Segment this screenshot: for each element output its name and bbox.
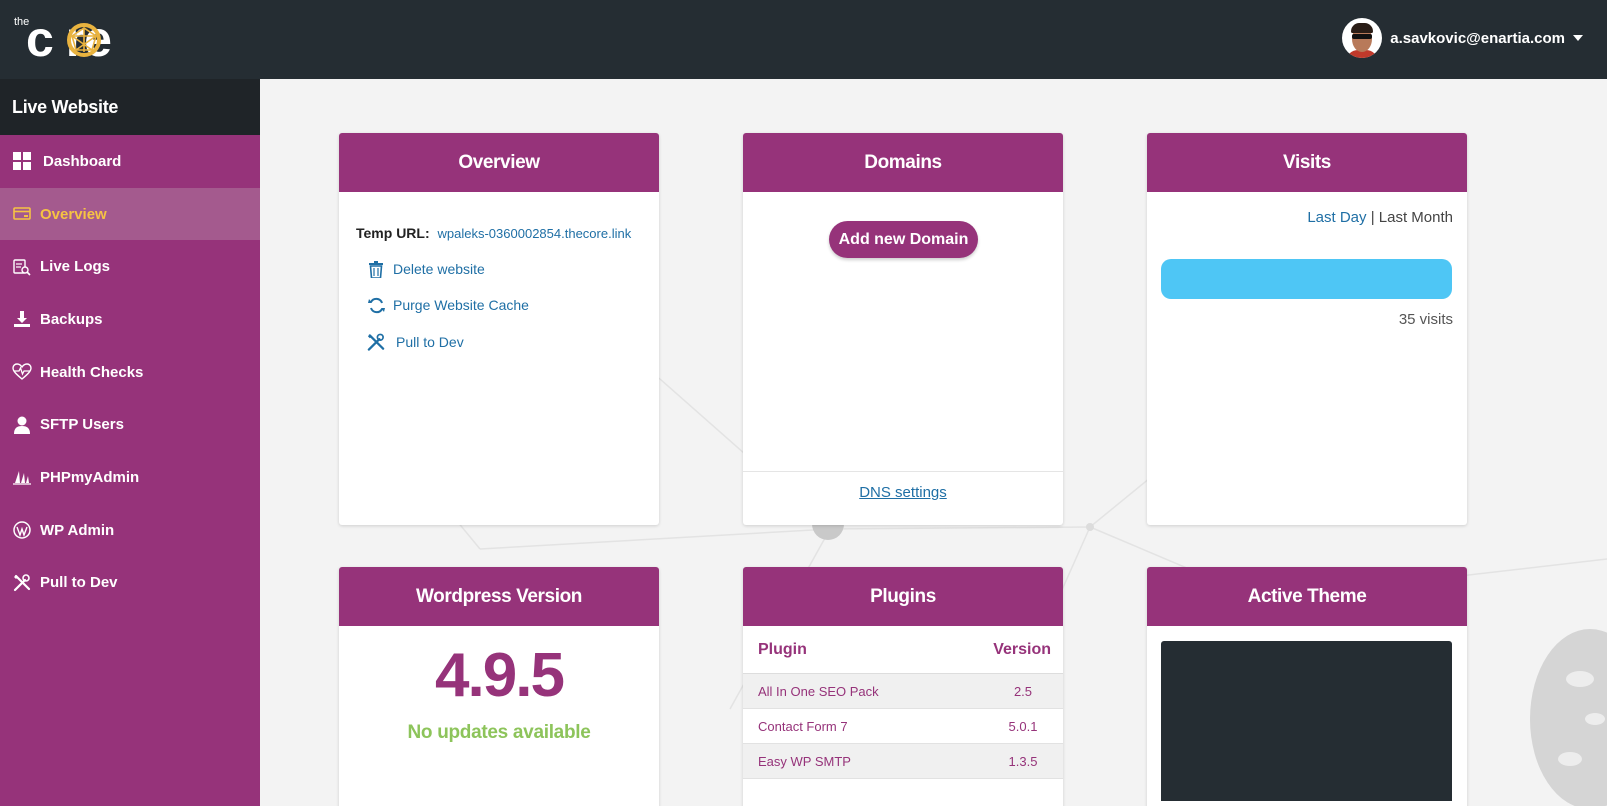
card-title: Visits xyxy=(1147,133,1467,192)
sidebar-item-wp-admin[interactable]: WP Admin xyxy=(0,504,260,557)
tab-last-month[interactable]: Last Month xyxy=(1379,209,1453,226)
visits-bar-track xyxy=(1161,259,1452,299)
visits-count: 35 visits xyxy=(1398,311,1453,328)
theme-screenshot xyxy=(1161,641,1452,801)
sidebar-item-label: Dashboard xyxy=(43,152,122,170)
sidebar-item-label: Health Checks xyxy=(40,363,144,381)
plugin-name: Contact Form 7 xyxy=(758,718,848,734)
sailboat-icon xyxy=(12,467,32,487)
sidebar-item-overview[interactable]: Overview xyxy=(0,187,260,241)
card-title: Wordpress Version xyxy=(339,567,659,626)
temp-url-label: Temp URL: xyxy=(356,225,430,241)
trash-icon xyxy=(367,259,385,279)
plugin-name: Easy WP SMTP xyxy=(758,753,851,769)
heartbeat-icon xyxy=(12,362,32,382)
column-header-plugin: Plugin xyxy=(758,640,807,658)
main-content: Overview Temp URL: wpaleks-0360002854.th… xyxy=(260,79,1607,806)
table-row: All In One SEO Pack 2.5 xyxy=(743,674,1063,709)
action-label: Purge Website Cache xyxy=(393,297,529,313)
table-row: Easy WP SMTP 1.3.5 xyxy=(743,744,1063,779)
tools-icon xyxy=(12,573,32,593)
refresh-icon xyxy=(367,295,385,315)
credit-card-icon xyxy=(12,204,32,224)
card-title: Plugins xyxy=(743,567,1063,626)
action-label: Delete website xyxy=(393,261,485,277)
divider xyxy=(743,471,1063,472)
sidebar-item-label: Pull to Dev xyxy=(40,574,118,592)
sidebar-item-live-logs[interactable]: Live Logs xyxy=(0,240,260,293)
tab-last-day[interactable]: Last Day xyxy=(1307,209,1366,226)
temp-url-row: Temp URL: wpaleks-0360002854.thecore.lin… xyxy=(356,225,631,241)
card-title: Overview xyxy=(339,133,659,192)
sidebar-item-health-checks[interactable]: Health Checks xyxy=(0,346,260,399)
sidebar-item-backups[interactable]: Backups xyxy=(0,293,260,346)
tools-icon xyxy=(367,332,385,352)
sidebar-item-label: Backups xyxy=(40,310,103,328)
logs-search-icon xyxy=(12,257,32,277)
add-new-domain-button[interactable]: Add new Domain xyxy=(829,221,978,258)
sidebar-item-label: PHPmyAdmin xyxy=(40,468,140,486)
column-header-version: Version xyxy=(993,640,1051,658)
visits-bar xyxy=(1161,259,1452,299)
wordpress-version-card: Wordpress Version 4.9.5 No updates avail… xyxy=(339,567,659,806)
tab-separator: | xyxy=(1370,209,1375,226)
sidebar-item-label: Live Logs xyxy=(40,258,111,276)
wordpress-version-number: 4.9.5 xyxy=(435,641,565,710)
domains-card: Domains Add new Domain DNS settings xyxy=(743,133,1063,525)
overview-card: Overview Temp URL: wpaleks-0360002854.th… xyxy=(339,133,659,525)
pull-to-dev-button[interactable]: Pull to Dev xyxy=(367,332,464,352)
plugin-version: 2.5 xyxy=(1013,683,1033,699)
plugin-version: 1.3.5 xyxy=(1008,753,1038,769)
user-email[interactable]: a.savkovic@enartia.com xyxy=(1390,30,1565,47)
plugins-table-header: Plugin Version xyxy=(743,626,1063,674)
purge-cache-button[interactable]: Purge Website Cache xyxy=(367,295,529,315)
sidebar-item-label: SFTP Users xyxy=(40,416,124,434)
temp-url-link[interactable]: wpaleks-0360002854.thecore.link xyxy=(438,226,632,241)
card-title: Domains xyxy=(743,133,1063,192)
sidebar-item-dashboard[interactable]: Dashboard xyxy=(0,135,260,188)
the-core-logo[interactable]: the c re xyxy=(14,14,174,64)
dashboard-grid-icon xyxy=(12,151,32,171)
action-label: Pull to Dev xyxy=(396,334,464,350)
user-icon xyxy=(12,415,32,435)
sidebar-title: Live Website xyxy=(0,79,260,135)
visits-range-tabs: Last Day | Last Month xyxy=(1307,209,1453,226)
sidebar-item-label: Overview xyxy=(40,205,107,223)
top-bar: the c re a.savkovic@enartia.com xyxy=(0,0,1607,79)
card-title: Active Theme xyxy=(1147,567,1467,626)
table-row: Contact Form 7 5.0.1 xyxy=(743,709,1063,744)
chevron-down-icon[interactable] xyxy=(1573,35,1583,41)
delete-website-button[interactable]: Delete website xyxy=(367,259,485,279)
visits-card: Visits Last Day | Last Month 35 visits xyxy=(1147,133,1467,525)
user-menu[interactable]: a.savkovic@enartia.com xyxy=(1342,18,1583,58)
update-status: No updates available xyxy=(407,722,591,743)
active-theme-card: Active Theme xyxy=(1147,567,1467,806)
sidebar: Live Website Dashboard Overview Live Log… xyxy=(0,79,260,806)
avatar[interactable] xyxy=(1342,18,1383,58)
plugin-version: 5.0.1 xyxy=(1008,718,1038,734)
sidebar-item-phpmyadmin[interactable]: PHPmyAdmin xyxy=(0,451,260,504)
plugin-name: All In One SEO Pack xyxy=(758,683,879,699)
wordpress-icon xyxy=(12,520,32,540)
sidebar-item-sftp-users[interactable]: SFTP Users xyxy=(0,398,260,451)
download-icon xyxy=(12,309,32,329)
sidebar-item-pull-to-dev[interactable]: Pull to Dev xyxy=(0,557,260,610)
dns-settings-link[interactable]: DNS settings xyxy=(743,484,1063,501)
sidebar-item-label: WP Admin xyxy=(40,521,115,539)
plugins-card: Plugins Plugin Version All In One SEO Pa… xyxy=(743,567,1063,806)
logo-globe-icon xyxy=(67,23,101,57)
